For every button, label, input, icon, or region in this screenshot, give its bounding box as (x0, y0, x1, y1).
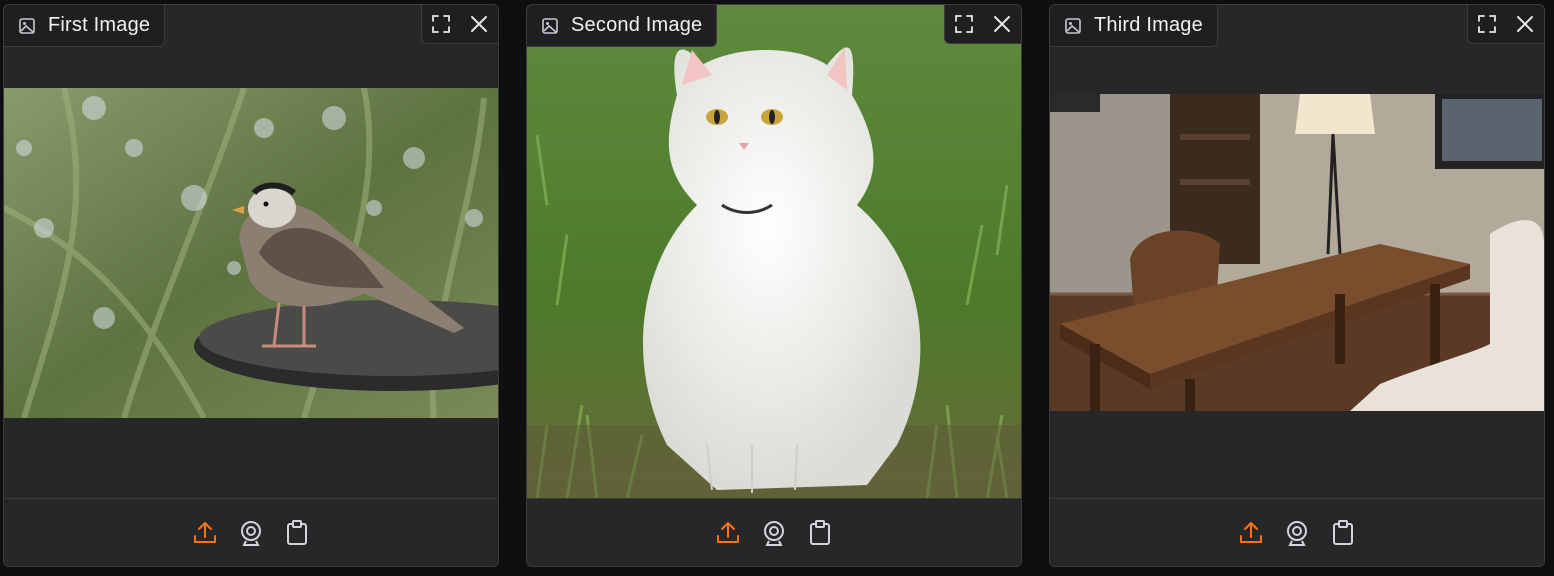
image-panel-second: Second Image (526, 4, 1022, 567)
webcam-icon (764, 520, 784, 546)
close-icon (1517, 16, 1533, 32)
fullscreen-icon (955, 15, 973, 33)
panel-tab: Second Image (527, 5, 718, 47)
panel-title: First Image (48, 14, 151, 36)
close-button[interactable] (983, 5, 1021, 43)
wooden-table-room-photo (1050, 94, 1544, 411)
upload-icon (717, 521, 739, 543)
image-icon (542, 17, 558, 34)
webcam-icon (1287, 520, 1307, 546)
fullscreen-button[interactable] (1468, 5, 1506, 43)
image-panel-first: First Image (3, 4, 499, 567)
upload-button[interactable] (715, 518, 741, 548)
fullscreen-button[interactable] (945, 5, 983, 43)
close-button[interactable] (460, 5, 498, 43)
close-icon (994, 16, 1010, 32)
image-icon (1065, 17, 1081, 34)
image-panel-third: Third Image (1049, 4, 1545, 567)
webcam-button[interactable] (238, 518, 264, 548)
close-icon (471, 16, 487, 32)
upload-button[interactable] (192, 518, 218, 548)
panel-toolbar (421, 5, 498, 44)
webcam-button[interactable] (761, 518, 787, 548)
clipboard-button[interactable] (807, 518, 833, 548)
sparrow-on-table-photo (4, 88, 498, 418)
webcam-icon (241, 520, 261, 546)
panel-footer (4, 498, 498, 566)
upload-button[interactable] (1238, 518, 1264, 548)
fullscreen-icon (432, 15, 450, 33)
image-icon (19, 17, 35, 34)
panel-footer (527, 498, 1021, 566)
upload-icon (194, 521, 216, 543)
clipboard-icon (810, 519, 830, 545)
clipboard-button[interactable] (1330, 518, 1356, 548)
fullscreen-icon (1478, 15, 1496, 33)
upload-icon (1240, 521, 1262, 543)
close-button[interactable] (1506, 5, 1544, 43)
panel-toolbar (944, 5, 1021, 44)
panel-tab: Third Image (1050, 5, 1218, 47)
panel-title: Second Image (571, 14, 703, 36)
clipboard-button[interactable] (284, 518, 310, 548)
fullscreen-button[interactable] (422, 5, 460, 43)
panel-tab: First Image (4, 5, 166, 47)
white-cat-on-grass-photo (527, 5, 1021, 499)
panel-footer (1050, 498, 1544, 566)
webcam-button[interactable] (1284, 518, 1310, 548)
panel-title: Third Image (1094, 14, 1203, 36)
clipboard-icon (287, 519, 307, 545)
panel-toolbar (1467, 5, 1544, 44)
clipboard-icon (1333, 519, 1353, 545)
